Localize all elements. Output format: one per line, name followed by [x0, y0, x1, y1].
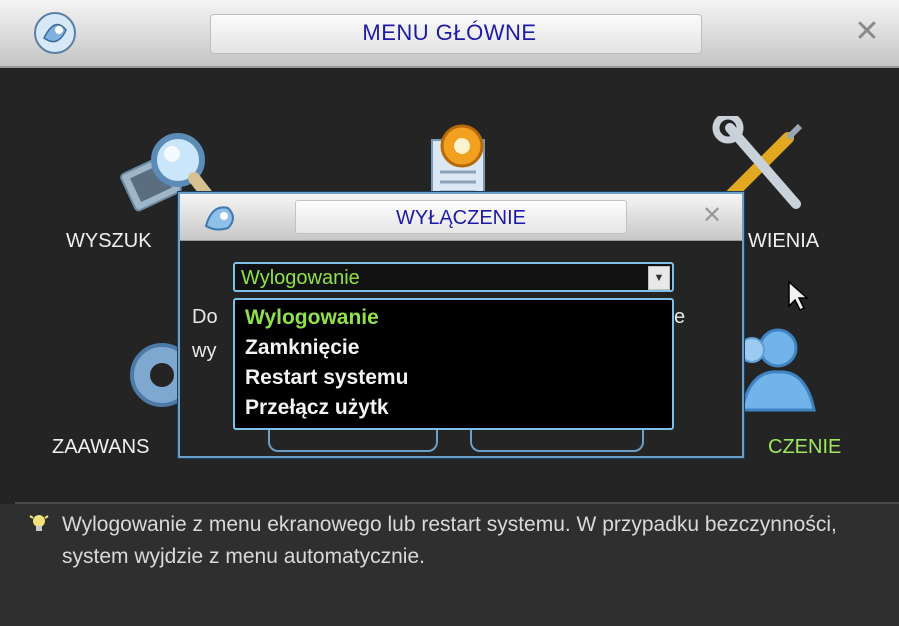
page-title: MENU GŁÓWNE	[362, 20, 537, 45]
shutdown-options-list: Wylogowanie Zamknięcie Restart systemu P…	[233, 298, 674, 430]
shutdown-dialog: WYŁĄCZENIE ✕ Do wy e Wylogowanie ▼ Wylog…	[178, 192, 744, 458]
option-restart[interactable]: Restart systemu	[245, 366, 408, 390]
option-switch-user[interactable]: Przełącz użytk	[245, 396, 389, 420]
lightbulb-icon	[29, 515, 49, 531]
help-text: Wylogowanie z menu ekranowego lub restar…	[62, 513, 837, 568]
dialog-title: WYŁĄCZENIE	[395, 207, 527, 229]
dialog-title-bar: WYŁĄCZENIE ✕	[180, 194, 742, 241]
chevron-down-icon[interactable]: ▼	[648, 266, 670, 290]
menu-label-shutdown[interactable]: CZENIE	[768, 436, 841, 459]
main-menu-screen: MENU GŁÓWNE ✕ WYSZUK WIENIA ZAAWANS CZEN…	[0, 0, 899, 626]
option-shutdown[interactable]: Zamknięcie	[245, 336, 359, 360]
option-logout[interactable]: Wylogowanie	[245, 306, 379, 330]
title-bar: MENU GŁÓWNE ✕	[0, 0, 899, 68]
ok-button[interactable]	[268, 430, 438, 452]
menu-label-search[interactable]: WYSZUK	[66, 230, 152, 253]
dialog-text-fragment-1: Do	[192, 306, 218, 328]
select-current-value: Wylogowanie	[241, 267, 360, 289]
cancel-button[interactable]	[470, 430, 644, 452]
shutdown-mode-select[interactable]: Wylogowanie ▼	[233, 262, 674, 292]
mouse-pointer-icon	[788, 280, 809, 312]
dialog-close-icon[interactable]: ✕	[698, 200, 726, 232]
menu-label-advanced[interactable]: ZAAWANS	[52, 436, 149, 459]
dialog-text-fragment-3: e	[674, 306, 686, 328]
menu-label-settings[interactable]: WIENIA	[748, 230, 819, 253]
close-icon[interactable]: ✕	[849, 14, 885, 50]
dialog-text-fragment-2: wy	[192, 340, 217, 362]
